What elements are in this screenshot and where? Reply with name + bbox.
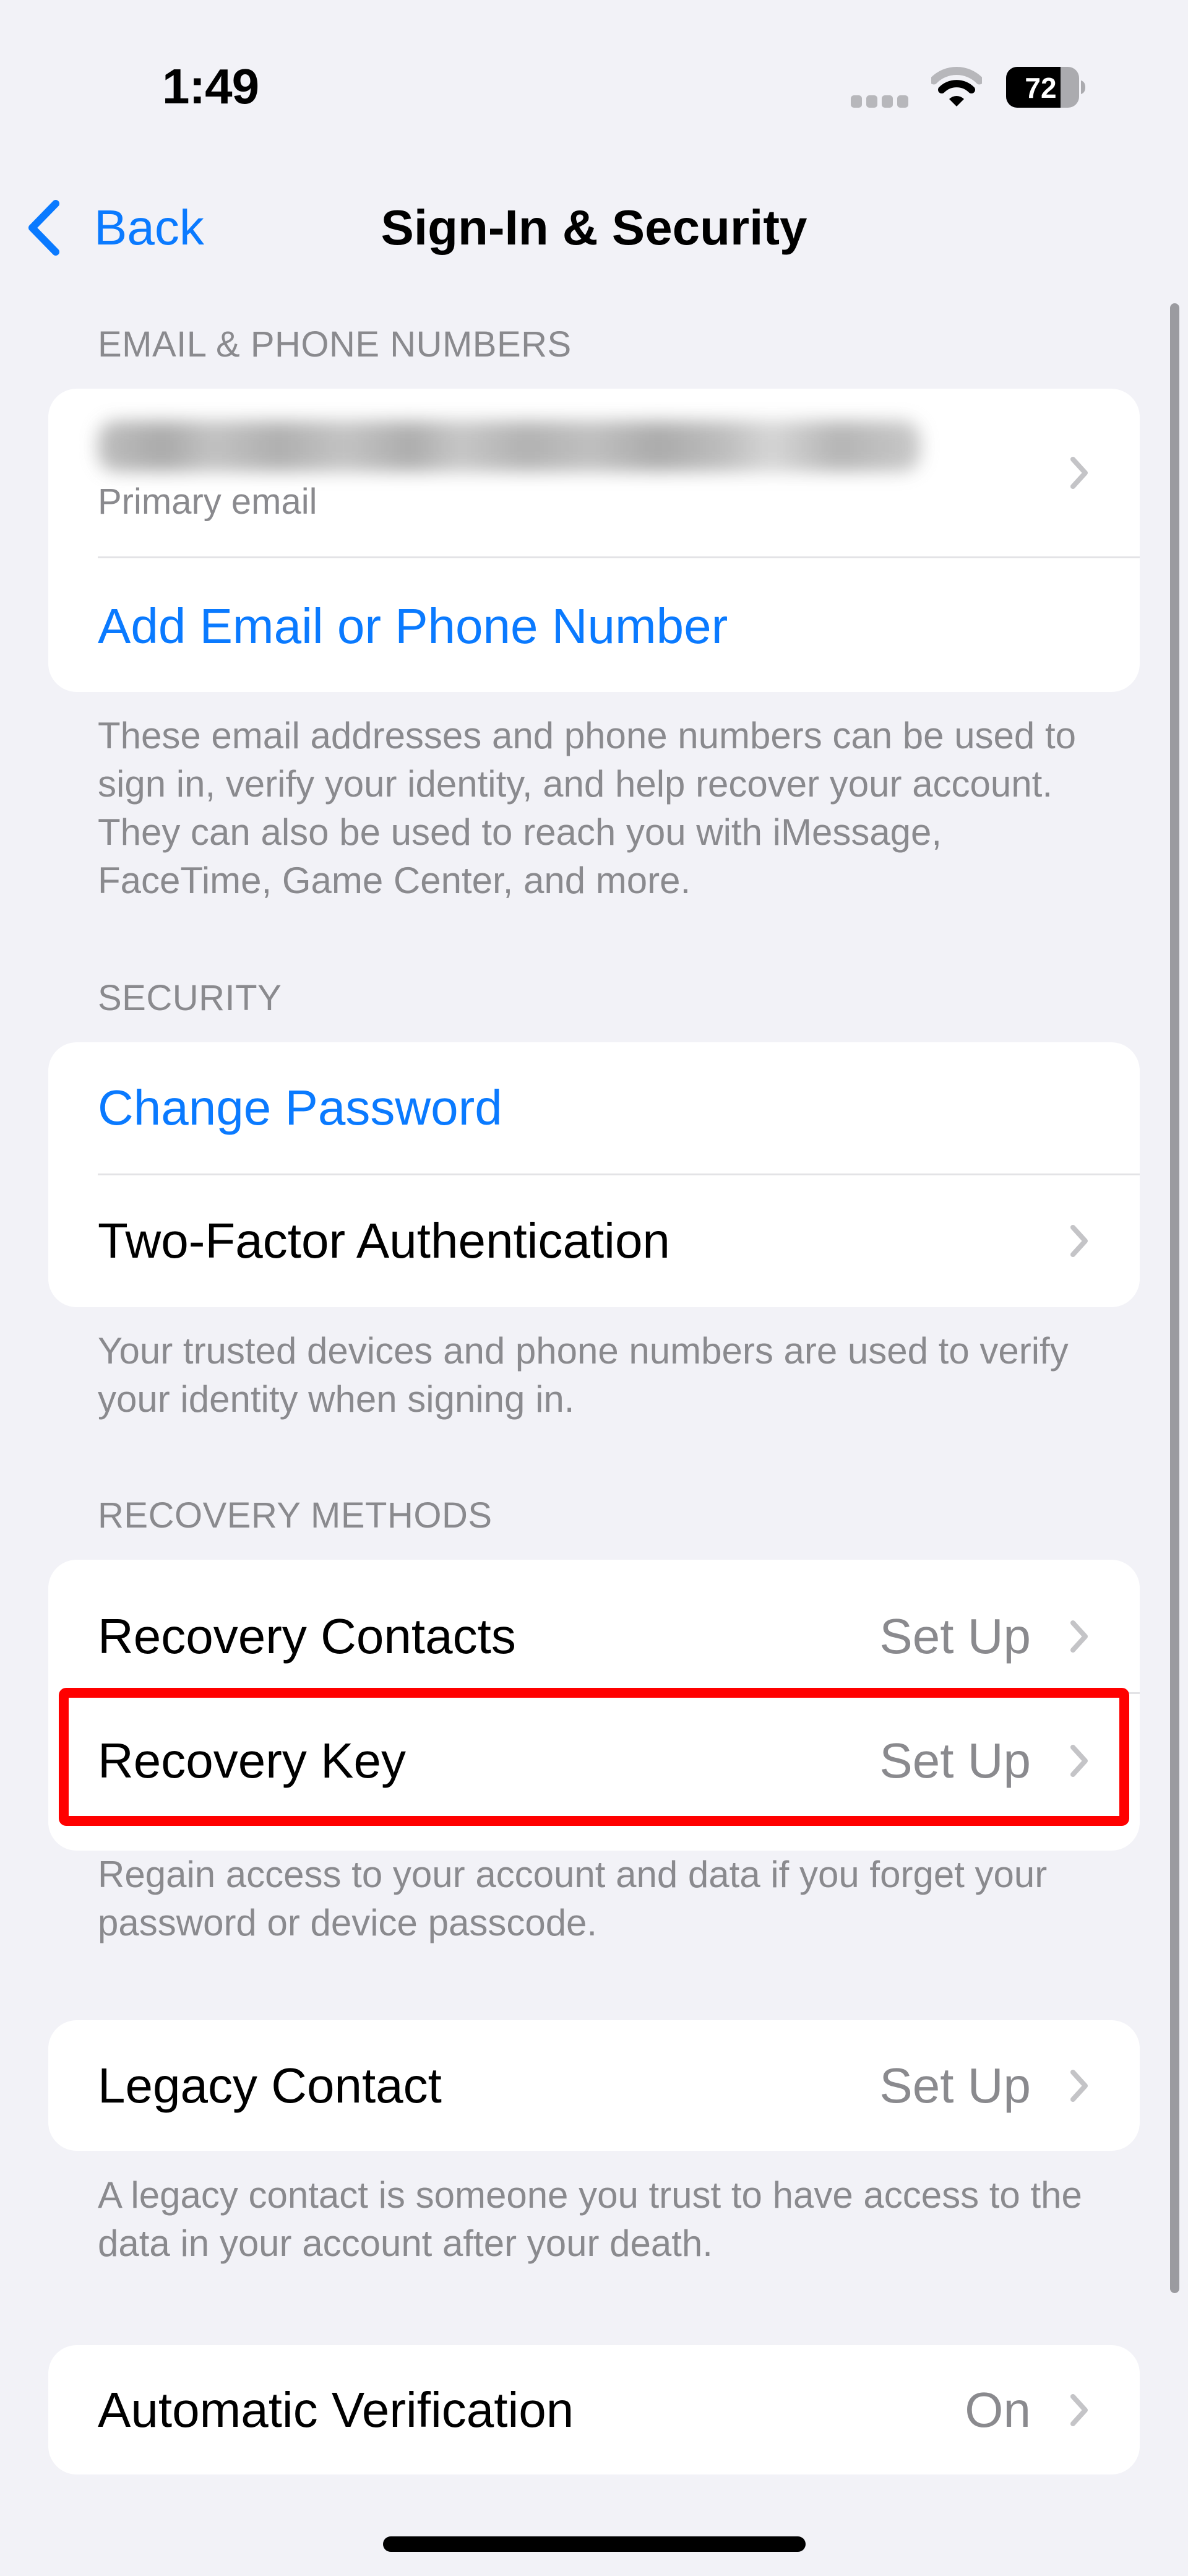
section-header-security: SECURITY xyxy=(98,978,282,1018)
signal-dot xyxy=(897,95,908,108)
wifi-icon xyxy=(931,67,982,106)
add-email-or-phone-button[interactable]: Add Email or Phone Number xyxy=(48,558,1140,692)
page-title: Sign-In & Security xyxy=(0,197,1188,259)
primary-email-value-redacted xyxy=(98,421,921,472)
scrollbar[interactable] xyxy=(1170,303,1179,2293)
change-password-label: Change Password xyxy=(98,1080,502,1135)
signal-dot xyxy=(882,95,893,108)
verification-card: Automatic Verification On xyxy=(48,2345,1140,2474)
two-factor-authentication-row[interactable]: Two-Factor Authentication xyxy=(48,1175,1140,1307)
signal-dot xyxy=(851,95,862,108)
legacy-card: Legacy Contact Set Up xyxy=(48,2020,1140,2151)
recovery-key-value: Set Up xyxy=(879,1733,1031,1788)
recovery-contacts-value: Set Up xyxy=(879,1609,1031,1664)
battery-icon: 72 xyxy=(1006,67,1085,108)
section-header-email: EMAIL & PHONE NUMBERS xyxy=(98,324,572,365)
legacy-contact-label: Legacy Contact xyxy=(98,2058,442,2113)
page-title-text: Sign-In & Security xyxy=(381,200,807,255)
primary-email-sublabel: Primary email xyxy=(98,482,317,522)
two-factor-authentication-label: Two-Factor Authentication xyxy=(98,1213,670,1268)
security-card: Change Password Two-Factor Authenticatio… xyxy=(48,1042,1140,1307)
legacy-contact-value: Set Up xyxy=(879,2058,1031,2113)
legacy-contact-row[interactable]: Legacy Contact Set Up xyxy=(48,2020,1140,2151)
recovery-key-row[interactable]: Recovery Key Set Up xyxy=(48,1694,1140,1851)
email-card: Primary email Add Email or Phone Number xyxy=(48,389,1140,692)
chevron-right-icon xyxy=(1070,1225,1088,1257)
battery-percent: 72 xyxy=(1025,72,1056,104)
automatic-verification-label: Automatic Verification xyxy=(98,2382,574,2437)
no-service-dots-icon xyxy=(851,95,911,109)
security-footnote: Your trusted devices and phone numbers a… xyxy=(98,1330,1069,1420)
chevron-right-icon xyxy=(1070,2394,1088,2426)
recovery-contacts-row[interactable]: Recovery Contacts Set Up xyxy=(48,1560,1140,1692)
recovery-card: Recovery Contacts Set Up Recovery Key Se… xyxy=(48,1560,1140,1851)
chevron-right-icon xyxy=(1070,457,1088,489)
automatic-verification-value: On xyxy=(965,2382,1031,2437)
chevron-right-icon xyxy=(1070,2070,1088,2102)
recovery-contacts-label: Recovery Contacts xyxy=(98,1609,516,1664)
recovery-footnote: Regain access to your account and data i… xyxy=(98,1854,1048,1943)
legacy-footnote: A legacy contact is someone you trust to… xyxy=(98,2174,1082,2264)
section-header-recovery: RECOVERY METHODS xyxy=(98,1495,493,1536)
primary-email-row[interactable]: Primary email xyxy=(48,389,1140,557)
recovery-key-label: Recovery Key xyxy=(98,1733,406,1788)
automatic-verification-row[interactable]: Automatic Verification On xyxy=(48,2345,1140,2474)
chevron-right-icon xyxy=(1070,1620,1088,1653)
signal-dot xyxy=(866,95,877,108)
home-indicator[interactable] xyxy=(383,2536,806,2552)
change-password-button[interactable]: Change Password xyxy=(48,1042,1140,1173)
chevron-right-icon xyxy=(1070,1745,1088,1777)
status-time: 1:49 xyxy=(162,59,259,114)
add-email-or-phone-label: Add Email or Phone Number xyxy=(98,599,728,654)
email-footnote: These email addresses and phone numbers … xyxy=(98,715,1077,901)
